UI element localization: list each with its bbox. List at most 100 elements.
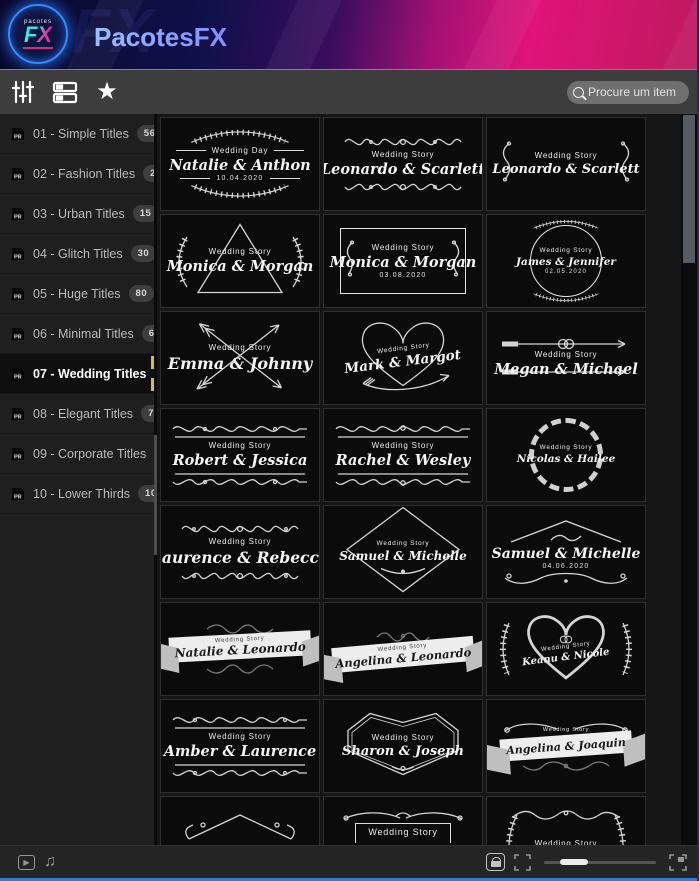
logo-fx-text: FX — [24, 25, 52, 45]
sidebar-item-wedding-titles-selected[interactable]: PR 07 - Wedding Titles 7 — [0, 354, 154, 394]
sidebar-item-huge-titles[interactable]: PR 05 - Huge Titles 80 — [0, 274, 154, 314]
search-input[interactable] — [588, 85, 681, 99]
template-name: Samuel & Michelle — [492, 546, 641, 562]
svg-text:PR: PR — [14, 454, 22, 460]
flourish-ornament — [343, 134, 463, 150]
grid-scrollbar-track[interactable] — [681, 114, 697, 845]
pr-file-icon: PR — [10, 286, 26, 302]
list-view-icon[interactable] — [52, 79, 78, 105]
swirl-underline-ornament — [501, 570, 631, 586]
item-count-badge: 70 — [141, 405, 154, 422]
pr-file-icon: PR — [10, 126, 26, 142]
template-thumbnail[interactable]: Wedding Story Rachel & Wesley — [323, 408, 483, 502]
sidebar-item-label: 01 - Simple Titles — [33, 127, 129, 141]
template-thumbnail[interactable]: Wedding Story Samuel & Michelle — [323, 505, 483, 599]
template-date: 02.05.2020 — [545, 269, 587, 275]
favorites-star-icon[interactable]: ★ — [94, 79, 120, 105]
scrollwork-ornament — [171, 761, 309, 779]
template-thumbnail[interactable]: Wedding Story Natalie & Leonardo — [160, 602, 320, 696]
template-thumbnail[interactable]: Wedding Story Angelina & Leonardo — [323, 602, 483, 696]
expand-icon[interactable] — [669, 854, 687, 871]
template-thumbnail[interactable]: Wedding Story Leonardo & Scarlett — [486, 117, 646, 211]
sidebar-item-corporate-titles[interactable]: PR 09 - Corporate Titles — [0, 434, 154, 474]
app-logo: pacotes FX — [8, 4, 68, 64]
template-subtitle: Wedding Story — [377, 540, 430, 547]
logo-underline — [23, 47, 53, 49]
template-thumbnail[interactable]: Samuel & Michelle 04.06.2020 — [486, 505, 646, 599]
sidebar-item-label: 09 - Corporate Titles — [33, 447, 146, 461]
template-thumbnail[interactable]: Wedding Story Sharon & Joseph — [323, 699, 483, 793]
template-name: Samuel & Michelle — [339, 549, 467, 563]
template-name: Nicolas & Hailee — [517, 453, 616, 465]
preview-play-icon[interactable]: ▶ — [18, 855, 35, 870]
item-count-badge: 30 — [131, 245, 154, 262]
template-thumbnail[interactable]: Wedding Story — [323, 796, 483, 845]
template-thumbnail[interactable]: Wedding Story James & Jennifer 02.05.202… — [486, 214, 646, 308]
lock-icon[interactable] — [486, 853, 505, 871]
sidebar-item-lower-thirds[interactable]: PR 10 - Lower Thirds 100 — [0, 474, 154, 514]
template-subtitle: Wedding Story — [209, 441, 272, 450]
flourish-ornament — [205, 664, 275, 674]
template-thumbnail[interactable]: Wedding Story Leonardo & Scarlett — [323, 117, 483, 211]
sidebar-item-fashion-titles[interactable]: PR 02 - Fashion Titles 24 — [0, 154, 154, 194]
template-name: Leonardo & Scarlett — [492, 162, 639, 177]
template-subtitle: Wedding Story — [372, 243, 435, 252]
template-thumbnail[interactable]: Wedding Story Monica & Morgan — [160, 214, 320, 308]
template-thumbnail[interactable]: Wedding Story Mark & Margot — [323, 311, 483, 405]
star-glyph: ★ — [96, 80, 118, 104]
sidebar-item-urban-titles[interactable]: PR 03 - Urban Titles 15 — [0, 194, 154, 234]
template-thumbnail[interactable]: Wedding Story Keanu & Nicole — [486, 602, 646, 696]
svg-text:PR: PR — [14, 254, 22, 260]
laurel-ornament-top — [530, 216, 602, 237]
template-thumbnail[interactable]: Wedding Story Nicolas & Hailee — [486, 408, 646, 502]
template-name: Natalie & Leonardo — [174, 639, 306, 660]
zoom-slider-thumb[interactable] — [560, 859, 588, 865]
sidebar-item-simple-titles[interactable]: PR 01 - Simple Titles 566 — [0, 114, 154, 154]
fit-view-icon[interactable] — [514, 854, 531, 871]
template-name: Angelina & Joaquin — [506, 735, 626, 756]
template-thumbnail[interactable]: Wedding Story Amber & Laurence — [160, 699, 320, 793]
filters-sliders-icon[interactable] — [10, 79, 36, 105]
template-date: 10.04.2020 — [180, 175, 299, 182]
template-subtitle: Wedding Story — [535, 839, 598, 845]
search-icon — [573, 87, 584, 98]
bracket-frame: Wedding Story — [355, 823, 450, 843]
template-name: Robert & Jessica — [173, 452, 308, 469]
template-name: Rachel & Wesley — [336, 452, 471, 469]
sidebar-item-glitch-titles[interactable]: PR 04 - Glitch Titles 30 — [0, 234, 154, 274]
sidebar-item-label: 02 - Fashion Titles — [33, 167, 135, 181]
scrollwork-ornament — [171, 423, 309, 441]
template-thumbnail[interactable]: Wedding Story Megan & Michael — [486, 311, 646, 405]
sidebar-item-elegant-titles[interactable]: PR 08 - Elegant Titles 70 — [0, 394, 154, 434]
template-thumbnail[interactable]: Wedding Story Robert & Jessica — [160, 408, 320, 502]
sidebar-item-label: 07 - Wedding Titles — [33, 367, 146, 381]
template-subtitle: Wedding Story — [535, 350, 598, 359]
grid-scrollbar-thumb[interactable] — [683, 115, 695, 263]
template-thumbnail[interactable]: Wedding Story — [486, 796, 646, 845]
template-name: Amber & Laurence — [164, 743, 316, 760]
pr-file-icon: PR — [10, 366, 26, 382]
svg-text:PR: PR — [14, 294, 22, 300]
svg-text:PR: PR — [14, 414, 22, 420]
chevron-ornament — [507, 518, 625, 544]
toolbar: ★ — [0, 70, 697, 114]
ribbon-banner: Wedding Story Natalie & Leonardo — [168, 630, 311, 662]
template-thumbnail[interactable]: Wedding Story — [160, 796, 320, 845]
template-thumbnail[interactable]: Wedding Story Monica & Morgan 03.08.2020 — [323, 214, 483, 308]
template-thumbnail[interactable]: Wedding Story Emma & Johnny — [160, 311, 320, 405]
search-box[interactable] — [567, 81, 689, 104]
sidebar-item-minimal-titles[interactable]: PR 06 - Minimal Titles 60 — [0, 314, 154, 354]
templates-grid: Wedding Day Natalie & Anthon 10.04.2020 … — [160, 117, 646, 845]
svg-text:PR: PR — [14, 494, 22, 500]
laurel-ornament-right — [619, 619, 637, 684]
music-note-icon[interactable]: ♫ — [44, 853, 56, 871]
template-thumbnail[interactable]: Wedding Story Angelina & Joaquin — [486, 699, 646, 793]
selection-marker-bottom — [151, 378, 154, 391]
zoom-slider[interactable] — [544, 861, 656, 864]
app-header: pacotes FX FX PacotesFX — [0, 0, 697, 70]
template-name: Monica & Morgan — [167, 258, 314, 275]
svg-text:PR: PR — [14, 134, 22, 140]
template-date: 03.08.2020 — [379, 272, 426, 279]
template-thumbnail[interactable]: Wedding Day Natalie & Anthon 10.04.2020 — [160, 117, 320, 211]
template-thumbnail[interactable]: Wedding Story Laurence & Rebecca — [160, 505, 320, 599]
